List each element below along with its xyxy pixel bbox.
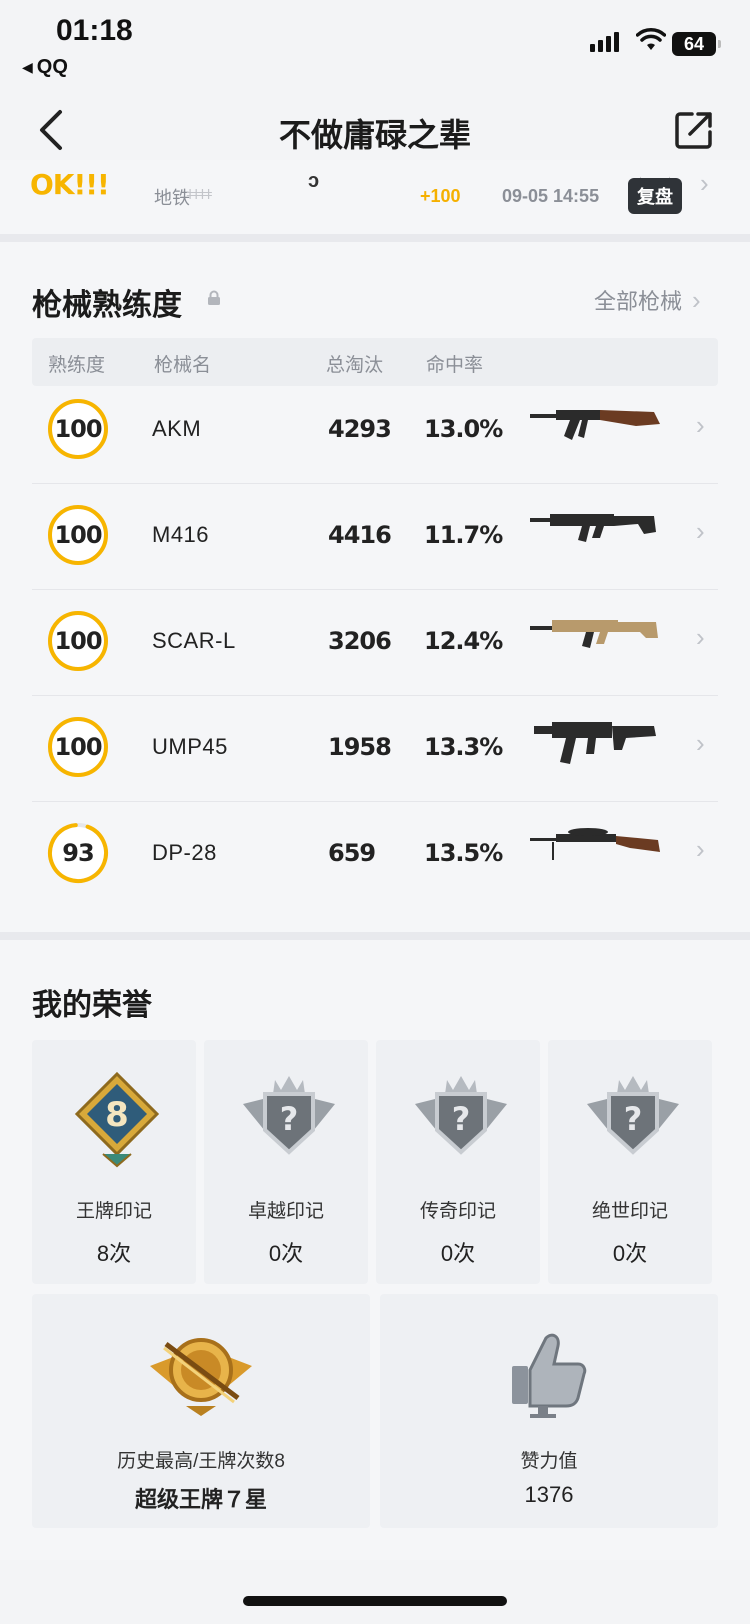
gun-accuracy: 13.5% bbox=[424, 839, 503, 867]
gun-kills: 659 bbox=[328, 839, 376, 867]
chevron-right-icon: › bbox=[696, 834, 705, 864]
likes-value: 1376 bbox=[524, 1482, 574, 1507]
share-icon[interactable] bbox=[672, 108, 716, 152]
match-map: 地铁 bbox=[154, 188, 190, 208]
honor-title: 我的荣誉 bbox=[32, 989, 152, 1022]
honor-mark-count: 0次 bbox=[268, 1241, 304, 1266]
back-triangle-icon: ◀ bbox=[22, 59, 33, 75]
scarl-rifle-icon bbox=[530, 620, 658, 648]
back-to-app-link[interactable]: ◀ QQ bbox=[22, 56, 68, 79]
header-mastery: 熟练度 bbox=[48, 355, 106, 376]
gun-accuracy: 12.4% bbox=[424, 627, 503, 655]
home-indicator bbox=[243, 1596, 507, 1606]
header-gun-name: 枪械名 bbox=[154, 355, 212, 376]
rank-text: OK!!! bbox=[30, 168, 110, 201]
ace-mark-emblem-icon: 8 bbox=[74, 1071, 160, 1168]
match-time: 09-05 14:55 bbox=[502, 186, 600, 206]
header-kills: 总淘汰 bbox=[326, 355, 384, 376]
gun-name: AKM bbox=[152, 416, 202, 441]
header-accuracy: 命中率 bbox=[426, 355, 484, 376]
page-title: 不做庸碌之辈 bbox=[278, 117, 471, 153]
honor-mark-label: 绝世印记 bbox=[591, 1201, 668, 1222]
honor-mark-count: 0次 bbox=[440, 1241, 476, 1266]
honor-mark-label: 卓越印记 bbox=[247, 1201, 324, 1222]
gun-kills: 4416 bbox=[328, 521, 392, 549]
chevron-right-icon: › bbox=[696, 410, 705, 440]
peak-rank-value: 超级王牌７星 bbox=[134, 1487, 267, 1512]
ump45-smg-icon bbox=[534, 722, 656, 764]
mastery-value: 100 bbox=[54, 733, 102, 761]
gun-accuracy: 13.3% bbox=[424, 733, 503, 761]
match-score: +100 bbox=[420, 186, 461, 206]
chevron-right-icon: › bbox=[700, 168, 709, 198]
mastery-value: 93 bbox=[62, 839, 94, 867]
gun-kills: 4293 bbox=[328, 415, 392, 443]
gun-name: SCAR-L bbox=[152, 628, 236, 653]
gun-accuracy: 11.7% bbox=[424, 521, 503, 549]
gun-kills: 1958 bbox=[328, 733, 392, 761]
mastery-value: 100 bbox=[54, 521, 102, 549]
wifi-icon bbox=[636, 28, 666, 50]
replay-review-button[interactable]: 复盘 bbox=[628, 178, 682, 214]
locked-mark-emblem-icon: ? bbox=[415, 1076, 507, 1155]
locked-mark-emblem-icon: ? bbox=[587, 1076, 679, 1155]
section-divider bbox=[0, 234, 750, 242]
chevron-right-icon: › bbox=[696, 622, 705, 652]
thumbs-up-icon bbox=[512, 1333, 587, 1418]
team-people-icons: ǂǂǂǂ bbox=[186, 186, 213, 202]
akm-rifle-icon bbox=[530, 410, 660, 440]
emblem-question: ? bbox=[624, 1100, 643, 1138]
chevron-right-icon: › bbox=[696, 728, 705, 758]
section-divider bbox=[0, 932, 750, 940]
back-app-label: QQ bbox=[36, 56, 68, 78]
lock-icon bbox=[208, 290, 220, 305]
honor-mark-count: 0次 bbox=[612, 1241, 648, 1266]
mastery-value: 100 bbox=[54, 627, 102, 655]
likes-label: 赞力值 bbox=[520, 1451, 578, 1472]
gun-name: DP-28 bbox=[152, 840, 217, 865]
gun-kills: 3206 bbox=[328, 627, 392, 655]
chevron-right-icon: › bbox=[696, 516, 705, 546]
gun-name: M416 bbox=[152, 522, 210, 547]
status-time: 01:18 bbox=[56, 14, 133, 47]
locked-mark-emblem-icon: ? bbox=[243, 1076, 335, 1155]
m416-rifle-icon bbox=[530, 514, 656, 542]
cellular-signal-icon bbox=[590, 30, 619, 52]
honor-mark-count: 8次 bbox=[96, 1241, 132, 1266]
emblem-question: ? bbox=[452, 1100, 471, 1138]
weapon-mastery-title: 枪械熟练度 bbox=[32, 289, 182, 322]
ace-rank-emblem-icon bbox=[150, 1338, 252, 1416]
dp28-lmg-icon bbox=[530, 828, 660, 860]
all-weapons-link[interactable]: 全部枪械 › bbox=[594, 284, 701, 316]
chevron-right-icon: › bbox=[692, 284, 701, 315]
gun-accuracy: 13.0% bbox=[424, 415, 503, 443]
peak-rank-label: 历史最高/王牌次数8 bbox=[117, 1451, 285, 1472]
emblem-question: ? bbox=[280, 1100, 299, 1138]
honor-mark-label: 王牌印记 bbox=[75, 1201, 152, 1222]
emblem-number: 8 bbox=[105, 1095, 129, 1135]
all-weapons-label: 全部枪械 bbox=[594, 289, 683, 314]
match-rank-fragment: ɔ bbox=[308, 170, 320, 192]
honor-mark-label: 传奇印记 bbox=[419, 1201, 496, 1222]
gun-name: UMP45 bbox=[152, 734, 228, 759]
mastery-value: 100 bbox=[54, 415, 102, 443]
battery-indicator: 64 bbox=[672, 32, 721, 56]
